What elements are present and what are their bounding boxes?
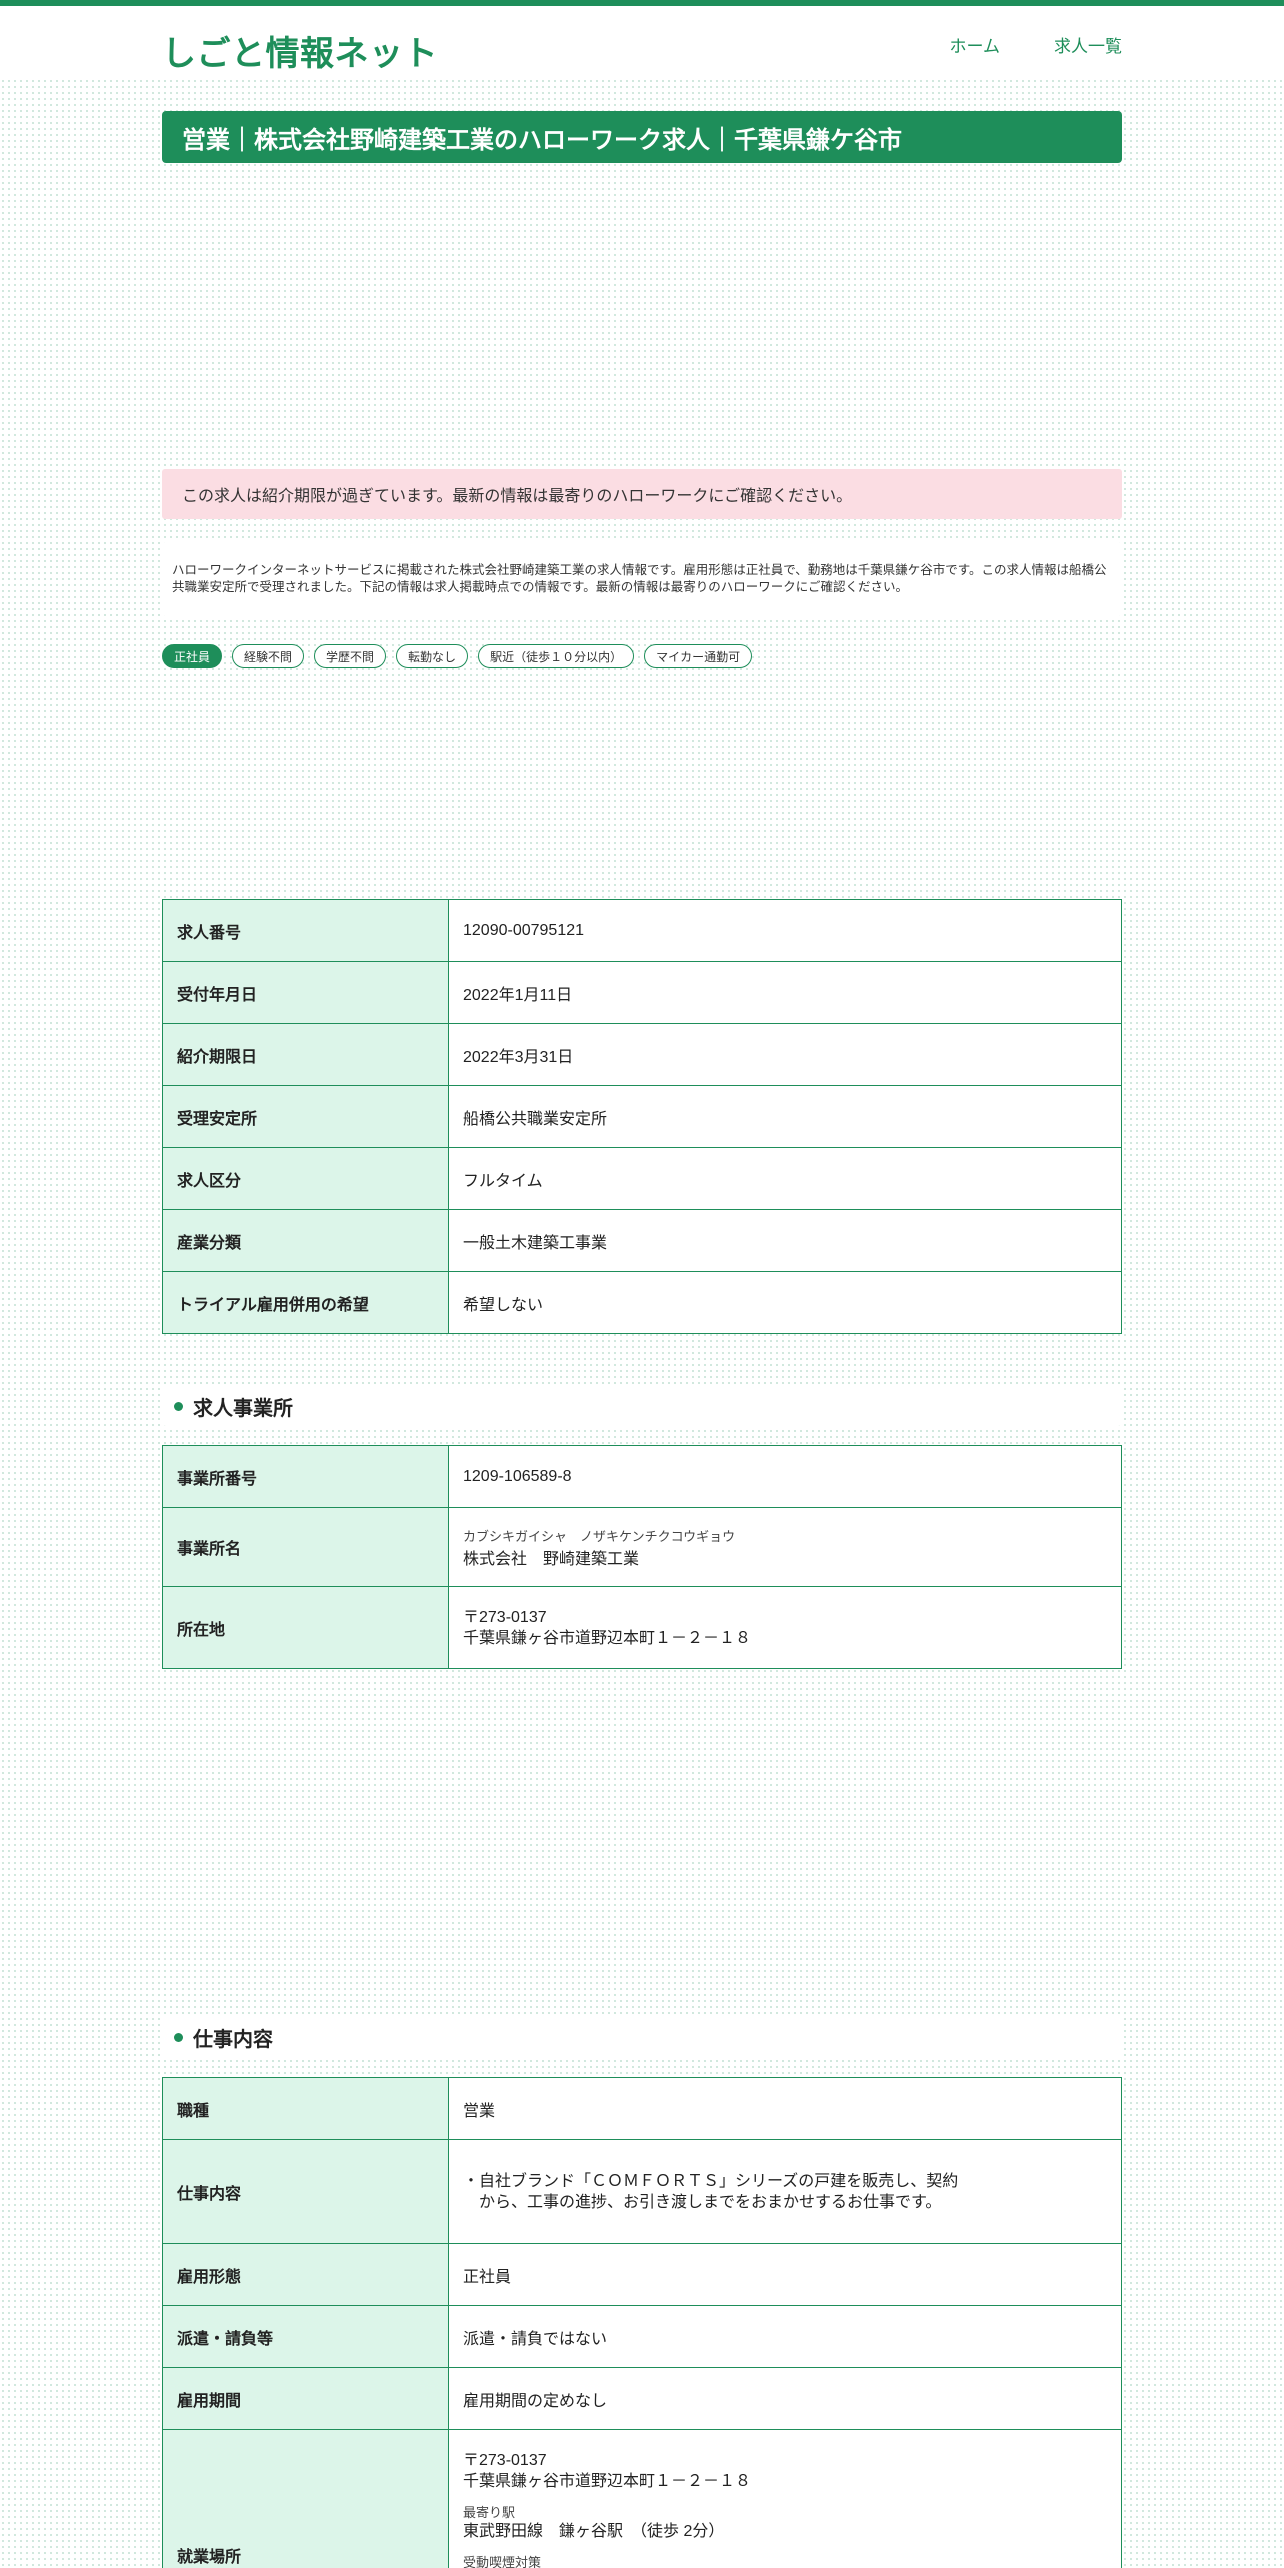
row-value: 一般土木建築工事業: [448, 1209, 1122, 1272]
intro-text: ハローワークインターネットサービスに掲載された株式会社野崎建築工業の求人情報です…: [162, 542, 1122, 616]
workplace-address: 千葉県鎌ヶ谷市道野辺本町１－２－１８: [463, 2473, 752, 2490]
company-section-header: 求人事業所: [162, 1386, 1122, 1426]
smoking-measures-label: 受動喫煙対策: [463, 2555, 542, 2568]
main-nav: ホーム 求人一覧: [950, 32, 1123, 57]
row-label: 紹介期限日: [162, 1023, 449, 1086]
table-row: 雇用形態 正社員: [162, 2243, 1122, 2306]
employment-period-value: 雇用期間の定めなし: [448, 2367, 1122, 2430]
tag-no-transfer: 転勤なし: [396, 644, 469, 668]
company-name-cell: カブシキガイシャ ノザキケンチクコウギョウ 株式会社 野崎建築工業: [448, 1507, 1122, 1587]
row-label: 受理安定所: [162, 1085, 449, 1148]
row-value: 希望しない: [448, 1271, 1122, 1334]
page-title: 営業｜株式会社野崎建築工業のハローワーク求人｜千葉県鎌ケ谷市: [182, 126, 902, 154]
dispatch-label: 派遣・請負等: [162, 2305, 449, 2368]
expired-notice: この求人は紹介期限が過ぎています。最新の情報は最寄りのハローワークにご確認くださ…: [162, 469, 1122, 519]
row-value: 船橋公共職業安定所: [448, 1085, 1122, 1148]
table-row: 職種 営業: [162, 2077, 1122, 2140]
table-row: 就業場所 〒273-0137 千葉県鎌ヶ谷市道野辺本町１－２－１８ 最寄り駅 東…: [162, 2429, 1122, 2568]
workplace-cell: 〒273-0137 千葉県鎌ヶ谷市道野辺本町１－２－１８ 最寄り駅 東武野田線 …: [448, 2429, 1122, 2568]
company-address-cell: 〒273-0137 千葉県鎌ヶ谷市道野辺本町１－２－１８: [448, 1586, 1122, 1669]
row-label: 求人区分: [162, 1147, 449, 1210]
table-row: 派遣・請負等 派遣・請負ではない: [162, 2305, 1122, 2368]
table-row: 事業所名 カブシキガイシャ ノザキケンチクコウギョウ 株式会社 野崎建築工業: [162, 1507, 1122, 1587]
table-row: 求人区分 フルタイム: [162, 1147, 1122, 1210]
table-row: 雇用期間 雇用期間の定めなし: [162, 2367, 1122, 2430]
workplace-label: 就業場所: [162, 2429, 449, 2568]
basic-info-table: 求人番号 12090-00795121 受付年月日 2022年1月11日 紹介期…: [162, 899, 1122, 1334]
office-number-value: 1209-106589-8: [448, 1445, 1122, 1508]
job-section-header: 仕事内容: [162, 2017, 1122, 2057]
job-info-table: 職種 営業 仕事内容 ・自社ブランド「ＣＯＭＦＯＲＴＳ」シリーズの戸建を販売し、…: [162, 2077, 1122, 2568]
company-address: 千葉県鎌ヶ谷市道野辺本町１－２－１８: [463, 1629, 752, 1647]
job-content-value: ・自社ブランド「ＣＯＭＦＯＲＴＳ」シリーズの戸建を販売し、契約から、工事の進捗、…: [463, 2172, 959, 2211]
nav-home-link[interactable]: ホーム: [950, 32, 1001, 57]
tag-near-station: 駅近（徒歩１０分以内）: [478, 644, 635, 668]
row-value: 12090-00795121: [448, 899, 1122, 962]
employment-period-label: 雇用期間: [162, 2367, 449, 2430]
site-header: しごと情報ネット ホーム 求人一覧: [0, 6, 1284, 80]
bullet-icon: [174, 1401, 183, 1411]
workplace-postal-code: 〒273-0137: [463, 2452, 547, 2469]
feature-tags: 正社員 経験不問 学歴不問 転勤なし 駅近（徒歩１０分以内） マイカー通勤可: [162, 644, 753, 668]
table-row: 所在地 〒273-0137 千葉県鎌ヶ谷市道野辺本町１－２－１８: [162, 1586, 1122, 1669]
company-name: 株式会社 野崎建築工業: [463, 1550, 640, 1568]
tag-employment-type: 正社員: [162, 644, 223, 668]
row-label: トライアル雇用併用の希望: [162, 1271, 449, 1334]
employment-type-value: 正社員: [448, 2243, 1122, 2306]
table-row: 受理安定所 船橋公共職業安定所: [162, 1085, 1122, 1148]
row-label: 求人番号: [162, 899, 449, 962]
row-value: 2022年3月31日: [448, 1023, 1122, 1086]
table-row: 求人番号 12090-00795121: [162, 899, 1122, 962]
job-type-label: 職種: [162, 2077, 449, 2140]
dispatch-value: 派遣・請負ではない: [448, 2305, 1122, 2368]
nearest-station-label: 最寄り駅: [463, 2505, 516, 2520]
row-value: 2022年1月11日: [448, 961, 1122, 1024]
row-label: 受付年月日: [162, 961, 449, 1024]
row-label: 産業分類: [162, 1209, 449, 1272]
table-row: 受付年月日 2022年1月11日: [162, 961, 1122, 1024]
job-section-title: 仕事内容: [193, 2028, 273, 2051]
company-postal-code: 〒273-0137: [463, 1608, 547, 1626]
tag-no-experience: 経験不問: [232, 644, 305, 668]
company-address-label: 所在地: [162, 1586, 449, 1669]
table-row: 仕事内容 ・自社ブランド「ＣＯＭＦＯＲＴＳ」シリーズの戸建を販売し、契約から、工…: [162, 2139, 1122, 2244]
employment-type-label: 雇用形態: [162, 2243, 449, 2306]
nav-job-list-link[interactable]: 求人一覧: [1054, 32, 1122, 57]
company-section-title: 求人事業所: [193, 1397, 293, 1420]
table-row: トライアル雇用併用の希望 希望しない: [162, 1271, 1122, 1334]
tag-car-commute: マイカー通勤可: [644, 644, 753, 668]
job-type-value: 営業: [448, 2077, 1122, 2140]
table-row: 産業分類 一般土木建築工事業: [162, 1209, 1122, 1272]
row-value: フルタイム: [448, 1147, 1122, 1210]
company-name-label: 事業所名: [162, 1507, 449, 1587]
table-row: 紹介期限日 2022年3月31日: [162, 1023, 1122, 1086]
company-info-table: 事業所番号 1209-106589-8 事業所名 カブシキガイシャ ノザキケンチ…: [162, 1445, 1122, 1669]
office-number-label: 事業所番号: [162, 1445, 449, 1508]
site-logo[interactable]: しごと情報ネット: [162, 26, 438, 75]
table-row: 事業所番号 1209-106589-8: [162, 1445, 1122, 1508]
tag-no-education: 学歴不問: [314, 644, 387, 668]
job-content-label: 仕事内容: [162, 2139, 449, 2244]
bullet-icon: [174, 2032, 183, 2042]
job-content-cell: ・自社ブランド「ＣＯＭＦＯＲＴＳ」シリーズの戸建を販売し、契約から、工事の進捗、…: [448, 2139, 1122, 2244]
page-title-bar: 営業｜株式会社野崎建築工業のハローワーク求人｜千葉県鎌ケ谷市: [162, 111, 1122, 163]
company-name-kana: カブシキガイシャ ノザキケンチクコウギョウ: [463, 1528, 736, 1544]
nearest-station: 東武野田線 鎌ヶ谷駅 （徒歩 2分）: [463, 2523, 725, 2540]
